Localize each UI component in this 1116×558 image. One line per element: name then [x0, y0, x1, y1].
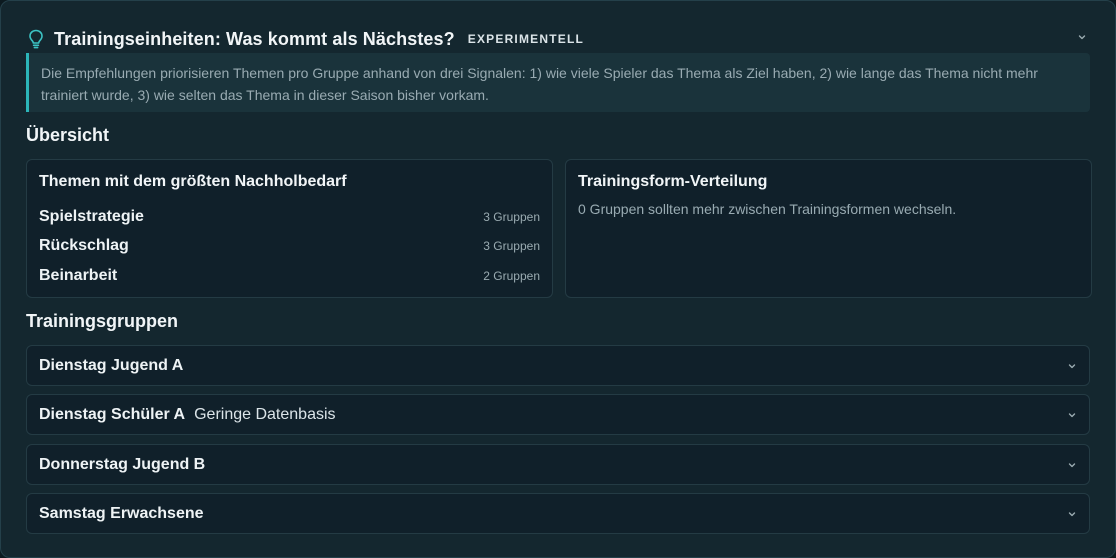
group-accordion-item[interactable]: Donnerstag Jugend B [26, 444, 1090, 485]
distribution-card-text: 0 Gruppen sollten mehr zwischen Training… [578, 201, 957, 217]
info-text: Die Empfehlungen priorisieren Themen pro… [41, 65, 1038, 103]
chevron-down-icon [1067, 410, 1077, 420]
experimental-badge: EXPERIMENTELL [467, 32, 585, 46]
topic-count: 3 Gruppen [483, 239, 540, 254]
group-name: Dienstag Jugend A [39, 356, 184, 374]
topic-row: Rückschlag 3 Gruppen [39, 232, 540, 262]
topic-name: Rückschlag [39, 237, 129, 255]
topic-name: Beinarbeit [39, 266, 118, 284]
lightbulb-icon [26, 28, 46, 50]
distribution-card: Trainingsform-Verteilung 0 Gruppen sollt… [565, 159, 1092, 298]
distribution-card-title: Trainingsform-Verteilung [578, 173, 768, 190]
info-callout: Die Empfehlungen priorisieren Themen pro… [26, 53, 1090, 112]
topic-count: 3 Gruppen [483, 209, 540, 224]
topic-row: Beinarbeit 2 Gruppen [39, 261, 540, 291]
group-name: Samstag Erwachsene [39, 504, 204, 522]
recommendation-panel: Trainingseinheiten: Was kommt als Nächst… [0, 0, 1116, 558]
topic-name: Spielstrategie [39, 207, 144, 225]
group-accordion-item[interactable]: Dienstag Schüler A Geringe Datenbasis [26, 394, 1090, 435]
groups-heading: Trainingsgruppen [26, 311, 179, 331]
chevron-down-icon[interactable] [1074, 29, 1090, 45]
group-accordion-item[interactable]: Samstag Erwachsene [26, 493, 1090, 534]
overview-heading: Übersicht [26, 125, 110, 145]
panel-title: Trainingseinheiten: Was kommt als Nächst… [54, 28, 455, 49]
topic-count: 2 Gruppen [483, 268, 540, 283]
panel-header[interactable]: Trainingseinheiten: Was kommt als Nächst… [26, 25, 1090, 53]
topics-card: Themen mit dem größten Nachholbedarf Spi… [26, 159, 553, 298]
topic-row: Spielstrategie 3 Gruppen [39, 202, 540, 232]
group-name: Donnerstag Jugend B [39, 455, 206, 473]
low-data-note: Geringe Datenbasis [194, 405, 336, 423]
group-name: Dienstag Schüler A [39, 405, 186, 423]
group-accordion-item[interactable]: Dienstag Jugend A [26, 345, 1090, 386]
chevron-down-icon [1067, 361, 1077, 371]
chevron-down-icon [1067, 460, 1077, 470]
topics-card-title: Themen mit dem größten Nachholbedarf [39, 173, 347, 190]
chevron-down-icon [1067, 509, 1077, 519]
